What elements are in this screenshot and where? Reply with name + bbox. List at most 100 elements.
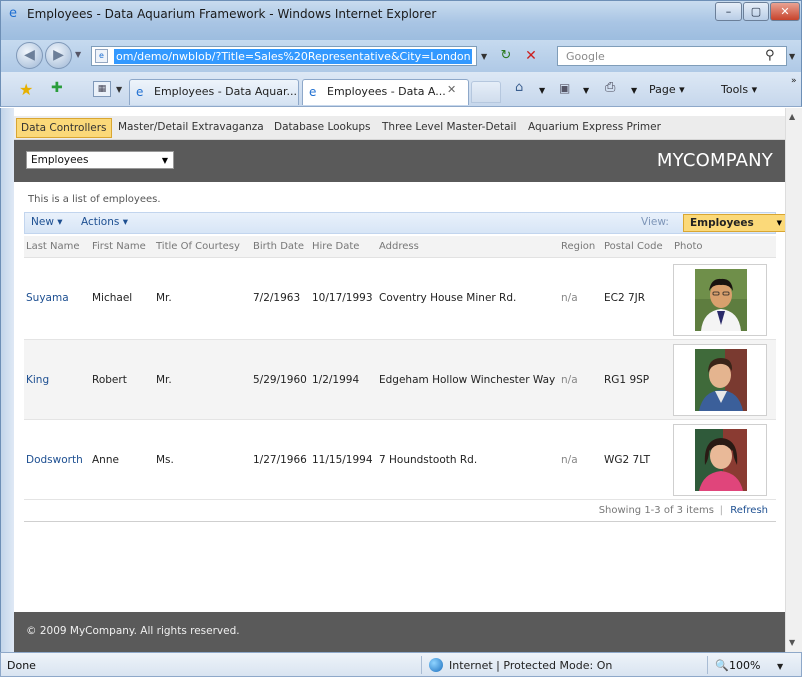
page-menu-button[interactable]: Page ▾ [649,83,685,96]
cell-last-name[interactable]: Suyama [26,292,69,304]
menu-item-express-primer[interactable]: Aquarium Express Primer [524,118,665,138]
close-tab-icon[interactable]: ✕ [447,83,456,96]
address-bar[interactable]: e om/demo/nwblob/?Title=Sales%20Represen… [91,46,477,66]
ie-tab-icon: e [309,85,317,99]
cell-address: 7 Houndstooth Rd. [379,454,478,466]
zoom-dropdown-icon[interactable]: ▼ [777,662,783,671]
cell-region: n/a [561,292,578,304]
paging-summary: Showing 1-3 of 3 items [598,505,714,516]
ie-tab-icon: e [136,85,144,99]
menu-item-data-controllers[interactable]: Data Controllers [16,118,112,138]
column-header-postal-code[interactable]: Postal Code [604,241,663,252]
add-favorites-icon[interactable]: ✚ [51,80,63,96]
cell-first-name: Anne [92,454,119,466]
column-header-region[interactable]: Region [561,241,595,252]
favorites-star-icon[interactable]: ★ [19,80,33,99]
view-label: View: [641,216,669,228]
browser-tab-active[interactable]: e Employees - Data A... [302,79,469,105]
print-dropdown-icon[interactable]: ▼ [631,86,637,95]
home-dropdown-icon[interactable]: ▼ [539,86,545,95]
table-row[interactable]: King Robert Mr. 5/29/1960 1/2/1994 Edgeh… [24,340,776,420]
refresh-link[interactable]: Refresh [730,505,768,516]
close-window-button[interactable]: ✕ [770,2,800,21]
page-icon: e [95,49,108,63]
employee-photo-frame [673,344,767,416]
view-select-value: Employees [690,217,754,229]
chevron-down-icon: ▼ [161,156,168,165]
back-button[interactable]: ◀ [16,42,43,69]
menu-item-three-level[interactable]: Three Level Master-Detail [378,118,520,138]
zoom-icon[interactable]: 🔍 [715,659,729,672]
table-row[interactable]: Suyama Michael Mr. 7/2/1963 10/17/1993 C… [24,260,776,340]
scroll-up-icon[interactable]: ▲ [789,112,795,121]
zoom-level[interactable]: 100% [729,659,760,672]
recent-pages-dropdown-icon[interactable]: ▼ [75,50,81,59]
cell-first-name: Michael [92,292,133,304]
search-options-dropdown-icon[interactable]: ▼ [789,52,795,61]
column-header-last-name[interactable]: Last Name [26,241,80,252]
forward-button[interactable]: ▶ [45,42,72,69]
cell-postal-code: WG2 7LT [604,454,651,466]
grid-footer: Showing 1-3 of 3 items | Refresh [24,500,776,522]
view-select[interactable]: Employees ▼ [683,214,789,232]
menu-item-master-detail[interactable]: Master/Detail Extravaganza [114,118,268,138]
quick-tabs-icon[interactable]: ▦ [93,81,111,97]
ie-logo-icon: e [9,6,17,21]
print-icon[interactable]: ⎙ [605,80,615,95]
scroll-down-icon[interactable]: ▼ [789,638,795,647]
cell-region: n/a [561,454,578,466]
page-viewport: Data Controllers Master/Detail Extravaga… [14,108,789,652]
separator: | [719,505,723,516]
refresh-button[interactable]: ↻ [497,47,515,65]
tab-label: Employees - Data Aquar... [154,85,297,98]
table-row[interactable]: Dodsworth Anne Ms. 1/27/1966 11/15/1994 … [24,420,776,500]
maximize-button[interactable]: ▢ [743,2,769,21]
search-icon[interactable]: ⚲ [765,48,775,63]
column-header-photo: Photo [674,241,703,252]
status-text: Done [7,659,36,672]
column-header-address[interactable]: Address [379,241,419,252]
stop-button[interactable]: ✕ [521,47,541,65]
menu-item-database-lookups[interactable]: Database Lookups [270,118,375,138]
more-commands-icon[interactable]: » [791,76,797,86]
tools-menu-button[interactable]: Tools ▾ [721,83,757,96]
feeds-dropdown-icon[interactable]: ▼ [583,86,589,95]
new-tab-button[interactable] [471,81,501,103]
column-header-birth-date[interactable]: Birth Date [253,241,304,252]
tab-label: Employees - Data A... [327,85,446,98]
status-divider [421,656,422,674]
column-header-hire-date[interactable]: Hire Date [312,241,359,252]
cell-last-name[interactable]: King [26,374,49,386]
copyright-text: © 2009 MyCompany. All rights reserved. [26,625,240,637]
navigation-bar: ◀ ▶ ▼ e om/demo/nwblob/?Title=Sales%20Re… [0,40,802,72]
window-title: Employees - Data Aquarium Framework - Wi… [27,7,437,21]
browser-tab[interactable]: e Employees - Data Aquar... [129,79,299,105]
window-titlebar: e Employees - Data Aquarium Framework - … [0,0,802,40]
tab-bar: ★ ✚ ▦ ▼ e Employees - Data Aquar... e Em… [0,72,802,107]
employee-photo [695,429,747,491]
minimize-button[interactable]: – [715,2,742,21]
new-menu-button[interactable]: New ▾ [31,216,63,228]
actions-menu-button[interactable]: Actions ▾ [81,216,128,228]
vertical-scrollbar[interactable]: ▲ ▼ [785,108,802,652]
column-header-courtesy[interactable]: Title Of Courtesy [156,241,240,252]
app-menu-bar: Data Controllers Master/Detail Extravaga… [14,116,785,140]
page-description: This is a list of employees. [28,194,161,205]
app-header: Employees ▼ MYCOMPANY [14,140,785,182]
address-dropdown-icon[interactable]: ▼ [481,52,487,61]
tab-list-dropdown-icon[interactable]: ▼ [116,85,122,94]
home-icon[interactable]: ⌂ [515,80,523,95]
address-url-text[interactable]: om/demo/nwblob/?Title=Sales%20Representa… [114,49,472,64]
window-frame-left [0,108,14,652]
app-footer: © 2009 MyCompany. All rights reserved. [14,612,785,652]
status-divider [707,656,708,674]
cell-birth-date: 1/27/1966 [253,454,307,466]
search-input[interactable]: Google [557,46,787,66]
cell-courtesy: Mr. [156,374,172,386]
column-header-first-name[interactable]: First Name [92,241,146,252]
security-zone-label[interactable]: Internet | Protected Mode: On [449,659,612,672]
controller-select-value: Employees [31,154,89,166]
feeds-icon[interactable]: ▣ [559,81,570,95]
controller-select[interactable]: Employees ▼ [26,151,174,169]
cell-last-name[interactable]: Dodsworth [26,454,83,466]
